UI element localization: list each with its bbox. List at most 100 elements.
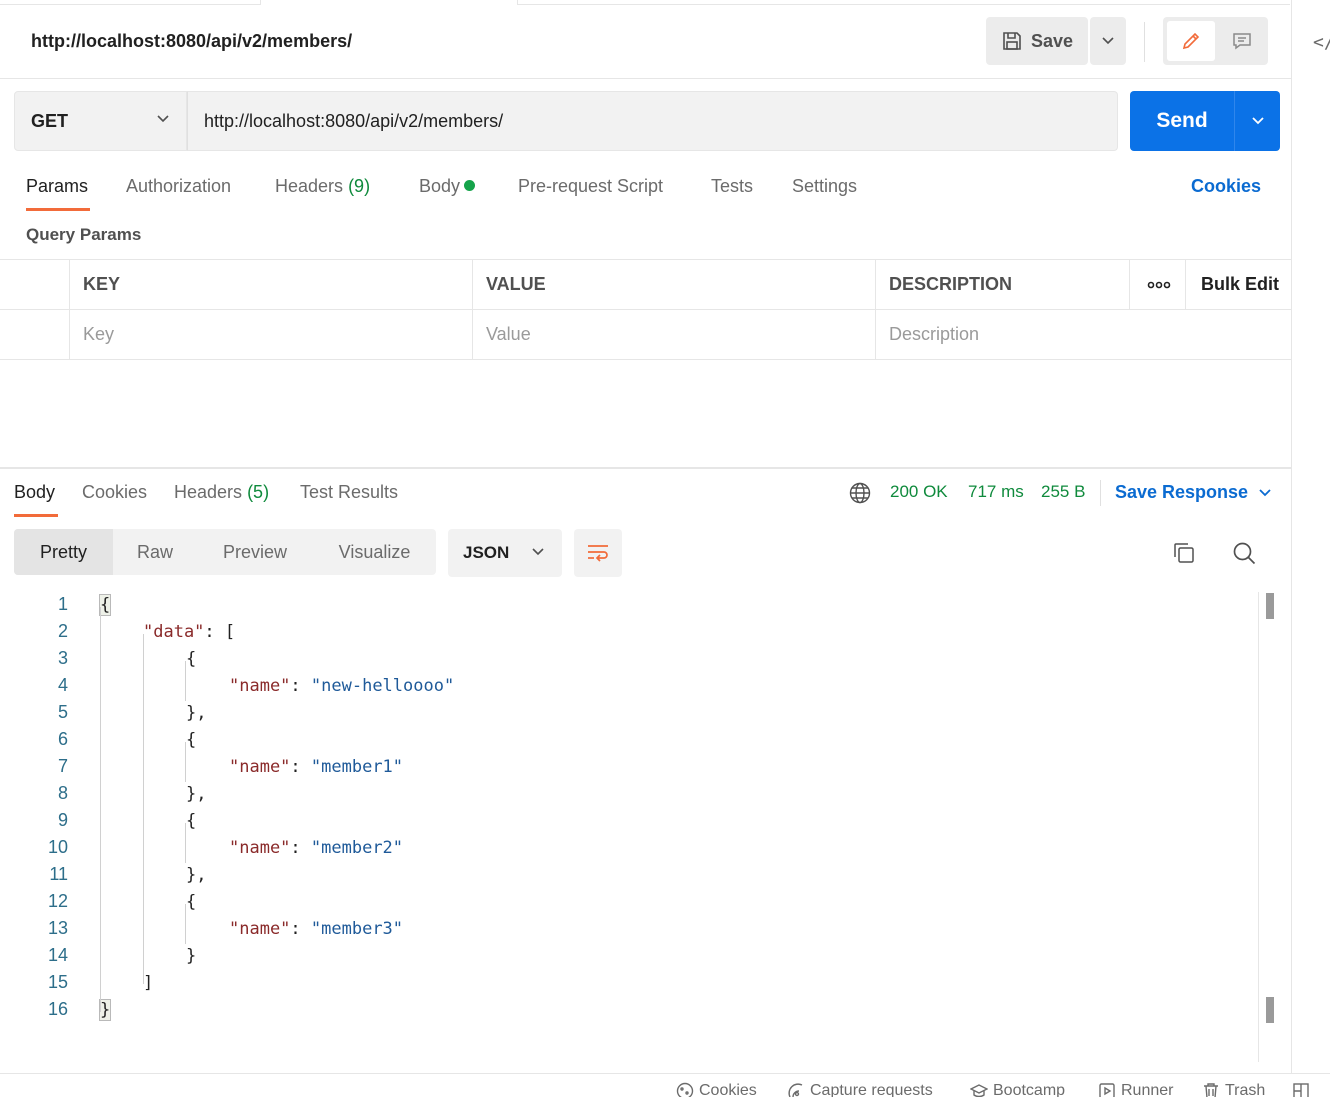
save-button[interactable]: Save — [986, 17, 1088, 65]
tab-body-label: Body — [419, 176, 461, 196]
chevron-down-icon[interactable] — [1258, 488, 1272, 498]
editor-scrollbar-track[interactable] — [1258, 592, 1259, 1062]
copy-icon[interactable] — [1172, 541, 1196, 565]
tab-body[interactable]: Body — [419, 176, 476, 197]
line-number: 13 — [47, 918, 68, 938]
divider — [1100, 480, 1101, 506]
code-line: "name": "member3" — [229, 919, 403, 939]
json-key: "name" — [229, 838, 291, 858]
send-options-button[interactable] — [1234, 91, 1280, 151]
response-divider[interactable] — [0, 467, 1292, 469]
active-tab-indicator — [26, 208, 90, 211]
capture-icon — [788, 1083, 803, 1097]
value-input[interactable]: Value — [472, 310, 875, 359]
edit-mode-button[interactable] — [1167, 21, 1215, 61]
request-title[interactable]: http://localhost:8080/api/v2/members/ — [31, 31, 352, 52]
footer-trash-label: Trash — [1225, 1082, 1266, 1097]
response-tab-cookies[interactable]: Cookies — [82, 482, 147, 503]
bulk-edit-button[interactable]: Bulk Edit — [1185, 260, 1292, 309]
send-button[interactable]: Send — [1130, 91, 1234, 151]
indent-guide — [185, 742, 186, 782]
json-string-value: "member3" — [310, 919, 404, 939]
view-mode-group: Pretty Raw Preview Visualize — [14, 529, 436, 575]
globe-icon[interactable] — [849, 482, 871, 504]
matched-brace: { — [98, 594, 112, 616]
more-options-button[interactable] — [1129, 260, 1185, 309]
code-line: }, — [186, 784, 206, 804]
pencil-icon — [1182, 32, 1200, 50]
code-line: ] — [143, 973, 153, 993]
code-token: { — [186, 892, 197, 912]
code-token: }, — [186, 703, 207, 723]
footer-capture-button[interactable]: Capture requests — [787, 1082, 933, 1097]
response-body-editor[interactable]: 1 {2 "data": [3 {4 "name": "new-helloooo" 5},… — [0, 592, 1260, 1032]
footer-runner-button[interactable]: Runner — [1098, 1082, 1173, 1097]
code-line: { — [186, 892, 196, 912]
tab-authorization[interactable]: Authorization — [126, 176, 231, 197]
layout-toggle-button[interactable] — [1292, 1082, 1310, 1097]
response-tab-test-results[interactable]: Test Results — [300, 482, 398, 503]
save-options-button[interactable] — [1090, 17, 1126, 65]
line-number: 7 — [57, 756, 68, 776]
save-response-button[interactable]: Save Response — [1115, 482, 1248, 503]
description-input[interactable]: Description — [875, 310, 1292, 359]
more-horizontal-icon — [1147, 281, 1171, 288]
response-size[interactable]: 255 B — [1041, 482, 1085, 502]
code-token: { — [186, 730, 197, 750]
mode-toggle — [1163, 17, 1268, 65]
cookies-link[interactable]: Cookies — [1191, 176, 1261, 197]
response-tab-body[interactable]: Body — [14, 482, 55, 503]
indent-guide — [100, 607, 101, 1012]
response-time[interactable]: 717 ms — [968, 482, 1024, 502]
footer-cookies-button[interactable]: Cookies — [676, 1082, 757, 1097]
view-preview[interactable]: Preview — [197, 529, 313, 575]
search-icon[interactable] — [1232, 541, 1256, 565]
status-code[interactable]: 200 OK — [890, 482, 948, 502]
code-line: "data": [ — [143, 622, 235, 642]
view-pretty[interactable]: Pretty — [14, 529, 113, 575]
column-description: DESCRIPTION — [875, 260, 1129, 309]
code-snippet-icon[interactable]: </ — [1313, 32, 1330, 53]
url-input[interactable]: http://localhost:8080/api/v2/members/ — [187, 91, 1118, 151]
headers-count: (9) — [348, 176, 371, 196]
right-sidebar — [1292, 0, 1330, 1074]
footer-bootcamp-button[interactable]: Bootcamp — [970, 1082, 1065, 1097]
method-label: GET — [31, 110, 69, 131]
key-input[interactable]: Key — [69, 310, 472, 359]
code-line: } — [186, 946, 196, 966]
tab-headers[interactable]: Headers (9) — [275, 176, 370, 197]
trash-icon — [1204, 1083, 1218, 1097]
divider — [0, 78, 1292, 79]
scrollbar-thumb[interactable] — [1266, 997, 1274, 1023]
tab-params[interactable]: Params — [26, 176, 88, 197]
view-visualize[interactable]: Visualize — [313, 529, 436, 575]
wrap-lines-button[interactable] — [574, 529, 622, 577]
footer-cookies-label: Cookies — [699, 1082, 757, 1097]
line-number: 10 — [47, 837, 68, 857]
format-select[interactable]: JSON — [448, 529, 562, 577]
method-select[interactable]: GET — [14, 91, 187, 151]
format-label: JSON — [463, 543, 510, 562]
json-key: "data" — [143, 622, 205, 642]
response-tab-headers[interactable]: Headers (5) — [174, 482, 269, 503]
matched-brace: } — [98, 999, 112, 1021]
line-number: 16 — [47, 999, 68, 1019]
tab-tests[interactable]: Tests — [711, 176, 753, 197]
comment-mode-button[interactable] — [1219, 21, 1264, 61]
status-bar: Cookies Capture requests Bootcamp Runner… — [0, 1073, 1330, 1097]
response-headers-count: (5) — [247, 482, 270, 502]
layout-icon — [1293, 1083, 1309, 1097]
chevron-down-icon — [157, 115, 169, 123]
code-line: { — [98, 594, 112, 616]
json-key: "name" — [229, 757, 291, 777]
params-table: KEY VALUE DESCRIPTION Bulk Edit Key Valu… — [0, 259, 1292, 360]
code-token: } — [186, 946, 197, 966]
indent-guide — [143, 634, 144, 984]
code-line: "name": "member2" — [229, 838, 403, 858]
view-raw[interactable]: Raw — [113, 529, 197, 575]
code-line: }, — [186, 865, 206, 885]
footer-trash-button[interactable]: Trash — [1202, 1082, 1265, 1097]
tab-settings[interactable]: Settings — [792, 176, 857, 197]
scrollbar-thumb[interactable] — [1266, 593, 1274, 619]
tab-pre-request-script[interactable]: Pre-request Script — [518, 176, 663, 197]
